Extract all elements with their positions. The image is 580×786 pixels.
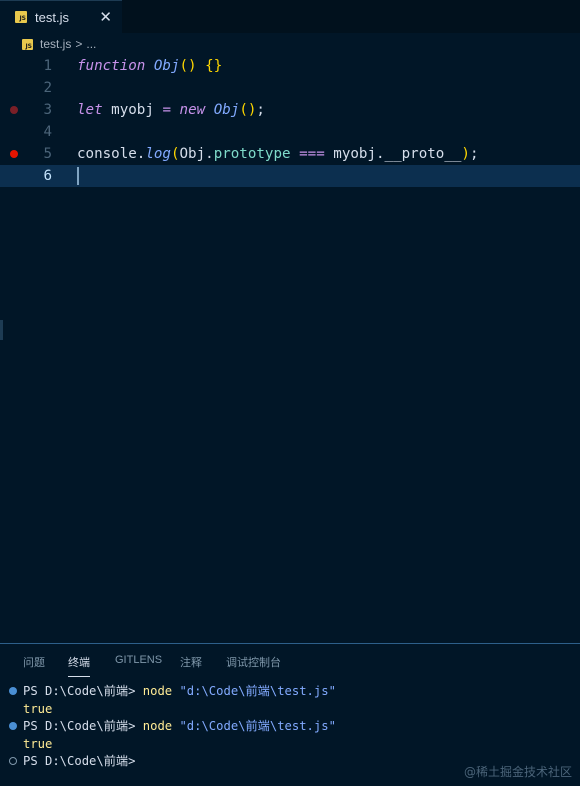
code-token: new <box>179 102 206 118</box>
terminal-line: true <box>0 700 580 718</box>
terminal-command: node <box>142 684 173 698</box>
code-token: = <box>162 102 171 118</box>
code-token: console <box>77 146 137 162</box>
code-line[interactable]: 2 <box>0 77 580 99</box>
bottom-panel: 问题 终端 GITLENS 注释 调试控制台 PS D:\Code\前端> no… <box>0 643 580 786</box>
line-number: 5 <box>43 146 52 162</box>
code-token: __proto__ <box>384 146 462 162</box>
code-token: . <box>376 146 385 162</box>
tab-problems[interactable]: 问题 <box>23 654 45 670</box>
javascript-file-icon: JS <box>15 11 27 23</box>
code-editor[interactable]: 1 function Obj() {} 2 3 let myobj = new Obj(… <box>0 55 580 643</box>
tab-test-js[interactable]: JS test.js ✕ <box>0 0 122 33</box>
terminal-text: PS D:\Code\前端> <box>23 752 143 770</box>
line-number: 6 <box>43 168 52 184</box>
code-token: {} <box>205 58 223 74</box>
tab-gitlens[interactable]: GITLENS <box>115 654 162 666</box>
code-line[interactable]: 4 <box>0 121 580 143</box>
code-token: myobj <box>333 146 376 162</box>
breakpoint-icon[interactable] <box>10 150 18 158</box>
terminal-output: true <box>23 701 53 716</box>
code-text: function Obj() {} <box>77 55 222 77</box>
terminal-command: node <box>142 719 173 733</box>
code-line[interactable]: 5 console.log(Obj.prototype === myobj.__p… <box>0 143 580 165</box>
terminal-line: PS D:\Code\前端> node "d:\Code\前端\test.js" <box>0 682 580 700</box>
code-token: prototype <box>213 146 291 162</box>
code-token: === <box>299 146 325 162</box>
scroll-indicator[interactable] <box>0 320 3 340</box>
chevron-right-icon: > <box>75 37 83 51</box>
code-token: ) <box>461 146 470 162</box>
terminal-text: PS D:\Code\前端> node "d:\Code\前端\test.js" <box>23 717 336 735</box>
code-token: log <box>145 146 171 162</box>
code-text: console.log(Obj.prototype === myobj.__pr… <box>77 143 479 165</box>
close-icon[interactable]: ✕ <box>99 8 112 26</box>
breadcrumb-file[interactable]: test.js <box>40 37 71 51</box>
line-number: 4 <box>43 124 52 140</box>
command-status-icon[interactable] <box>9 687 17 695</box>
line-number: 2 <box>43 80 52 96</box>
command-status-icon[interactable] <box>9 757 17 765</box>
code-token: let <box>77 102 103 118</box>
code-token: Obj <box>153 58 180 74</box>
terminal-text: PS D:\Code\前端> node "d:\Code\前端\test.js" <box>23 682 336 700</box>
tab-comments[interactable]: 注释 <box>180 654 202 670</box>
terminal-line: PS D:\Code\前端> node "d:\Code\前端\test.js" <box>0 717 580 735</box>
tab-debug-console[interactable]: 调试控制台 <box>226 654 281 670</box>
breadcrumb-more[interactable]: ... <box>86 37 96 51</box>
code-line[interactable]: 3 let myobj = new Obj(); <box>0 99 580 121</box>
code-line[interactable]: 1 function Obj() {} <box>0 55 580 77</box>
text-cursor <box>77 167 79 185</box>
editor-tab-bar: JS test.js ✕ <box>0 0 580 33</box>
tab-label: test.js <box>35 9 69 25</box>
code-text: let myobj = new Obj(); <box>77 99 265 121</box>
code-token: ( <box>170 146 180 162</box>
terminal-prompt: PS D:\Code\前端> <box>23 684 143 698</box>
code-token: function <box>77 58 146 74</box>
code-token: () <box>239 102 257 118</box>
terminal-text: true <box>23 735 52 753</box>
code-line[interactable]: 6 <box>0 165 580 187</box>
terminal-prompt: PS D:\Code\前端> <box>23 719 143 733</box>
breadcrumb: JS test.js > ... <box>0 33 580 55</box>
terminal-text: true <box>23 700 52 718</box>
breakpoint-icon[interactable] <box>10 106 18 114</box>
code-token: myobj <box>111 102 154 118</box>
terminal-prompt: PS D:\Code\前端> <box>23 754 143 768</box>
terminal-arg: "d:\Code\前端\test.js" <box>172 684 336 698</box>
command-status-icon[interactable] <box>9 722 17 730</box>
code-token: () <box>179 58 197 74</box>
code-token: ; <box>256 102 265 118</box>
code-token: ; <box>469 146 479 162</box>
terminal-output: true <box>23 736 53 751</box>
code-token: . <box>205 146 214 162</box>
tab-terminal[interactable]: 终端 <box>68 654 90 677</box>
javascript-file-icon: JS <box>22 38 33 50</box>
line-number: 3 <box>43 102 52 118</box>
code-token: Obj <box>179 146 206 162</box>
watermark: @稀土掘金技术社区 <box>463 765 572 779</box>
code-token: Obj <box>213 102 240 118</box>
line-number: 1 <box>43 58 52 74</box>
terminal-arg: "d:\Code\前端\test.js" <box>172 719 336 733</box>
terminal-line: true <box>0 735 580 753</box>
